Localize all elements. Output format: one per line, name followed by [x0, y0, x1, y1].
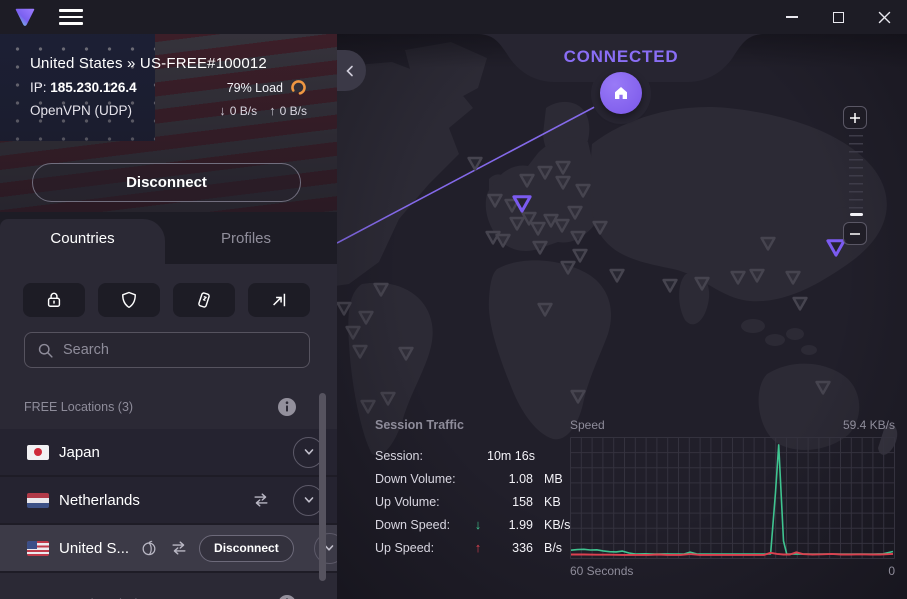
world-map: CONNECTED Session Traffic Session:10m 16… [337, 34, 907, 599]
search-box [24, 332, 310, 368]
smart-routing-swap-icon [251, 490, 271, 510]
country-name: Netherlands [59, 492, 140, 509]
flag-jp-icon [27, 445, 49, 460]
down-arrow-icon: ↓ [219, 103, 226, 118]
server-pin-icon [534, 242, 547, 254]
traffic-row: Session:10m 16s [375, 444, 577, 467]
minimize-icon [786, 16, 798, 18]
speed-chart: Speed 59.4 KB/s 60 Seconds 0 [570, 418, 895, 578]
traffic-row: Up Volume:158KB [375, 490, 577, 513]
tab-profiles[interactable]: Profiles [165, 212, 327, 264]
titlebar [0, 0, 907, 34]
home-icon [612, 84, 630, 102]
search-input[interactable] [63, 342, 297, 358]
disconnect-button[interactable]: Disconnect [32, 163, 301, 202]
tab-bar: Countries Profiles [0, 212, 337, 264]
traffic-row: Up Speed:↑336B/s [375, 536, 577, 559]
sidebar: United States » US-FREE#100012 IP: 185.2… [0, 34, 337, 599]
chart-ymax-label: 59.4 KB/s [843, 418, 895, 432]
server-pin-icon [664, 280, 677, 292]
lock-icon [44, 290, 64, 310]
close-icon [878, 11, 891, 24]
server-pin-icon [611, 270, 624, 282]
flag-us-icon [27, 541, 49, 556]
server-pin-icon [572, 232, 585, 244]
load-ring-icon [290, 79, 307, 96]
tab-countries[interactable]: Countries [0, 212, 165, 264]
map-zoom-control [843, 106, 869, 245]
country-row-us[interactable]: United S... Disconnect [0, 525, 337, 573]
section-free-locations: FREE Locations (3) [0, 385, 337, 429]
protocol-label: OpenVPN (UDP) [30, 103, 132, 118]
server-pin-icon [574, 250, 587, 262]
ip-address: IP: 185.230.126.4 [30, 80, 137, 95]
session-traffic-title: Session Traffic [375, 418, 577, 432]
sidebar-scrollbar[interactable] [319, 393, 326, 581]
chart-plot-area [570, 437, 895, 559]
countries-panel: FREE Locations (3) Japan Netherlands Unite… [0, 264, 337, 599]
session-traffic-panel: Session Traffic Session:10m 16sDown Volu… [375, 418, 577, 559]
zoom-slider-track[interactable] [849, 135, 863, 211]
server-pin-icon [338, 303, 351, 315]
transfer-rates: ↓0 B/s ↑0 B/s [219, 103, 307, 118]
close-button[interactable] [861, 0, 907, 34]
maximize-icon [833, 12, 844, 23]
up-arrow-icon: ↑ [469, 540, 487, 555]
tor-onion-icon [139, 538, 159, 558]
chart-title: Speed [570, 418, 605, 432]
chart-xright-label: 0 [888, 564, 895, 578]
country-row-nl[interactable]: Netherlands [0, 477, 337, 525]
section-plus-locations: PLUS Locations (64) [0, 582, 337, 599]
connection-card: United States » US-FREE#100012 IP: 185.2… [0, 34, 337, 212]
smart-routing-swap-icon [169, 538, 189, 558]
zoom-out-button[interactable] [843, 222, 867, 245]
plus-icon [849, 112, 861, 124]
server-pin-icon [794, 298, 807, 310]
info-icon[interactable] [277, 397, 297, 417]
down-arrow-icon: ↓ [469, 517, 487, 532]
proton-vpn-logo-icon [13, 5, 37, 29]
chevron-left-icon [342, 63, 358, 79]
traffic-row: Down Volume:1.08MB [375, 467, 577, 490]
flag-nl-icon [27, 493, 49, 508]
shield-icon [119, 290, 139, 310]
up-arrow-icon: ↑ [269, 103, 276, 118]
home-marker-button[interactable] [600, 72, 642, 114]
connection-status: CONNECTED [477, 47, 765, 67]
portforward-icon [269, 290, 289, 310]
server-load: 79% Load [227, 79, 307, 96]
zoom-slider-handle[interactable] [850, 213, 863, 216]
chart-xleft-label: 60 Seconds [570, 564, 633, 578]
country-list: FREE Locations (3) Japan Netherlands Unite… [0, 385, 337, 599]
info-icon[interactable] [277, 594, 297, 599]
connection-title: United States » US-FREE#100012 [30, 55, 307, 72]
feature-kill-switch-button[interactable] [173, 283, 235, 317]
country-name: Japan [59, 444, 100, 461]
traffic-row: Down Speed:↓1.99KB/s [375, 513, 577, 536]
minimize-button[interactable] [769, 0, 815, 34]
minus-icon [849, 228, 861, 240]
zoom-in-button[interactable] [843, 106, 867, 129]
feature-port-forwarding-button[interactable] [248, 283, 310, 317]
country-name: United S... [59, 540, 129, 557]
switch-icon [194, 290, 214, 310]
protonvpn-window: United States » US-FREE#100012 IP: 185.2… [0, 0, 907, 599]
row-disconnect-button[interactable]: Disconnect [199, 535, 294, 562]
country-row-jp[interactable]: Japan [0, 429, 337, 477]
hamburger-menu-icon[interactable] [59, 7, 85, 27]
feature-secure-core-button[interactable] [23, 283, 85, 317]
maximize-button[interactable] [815, 0, 861, 34]
search-icon [37, 342, 54, 359]
feature-netshield-button[interactable] [98, 283, 160, 317]
